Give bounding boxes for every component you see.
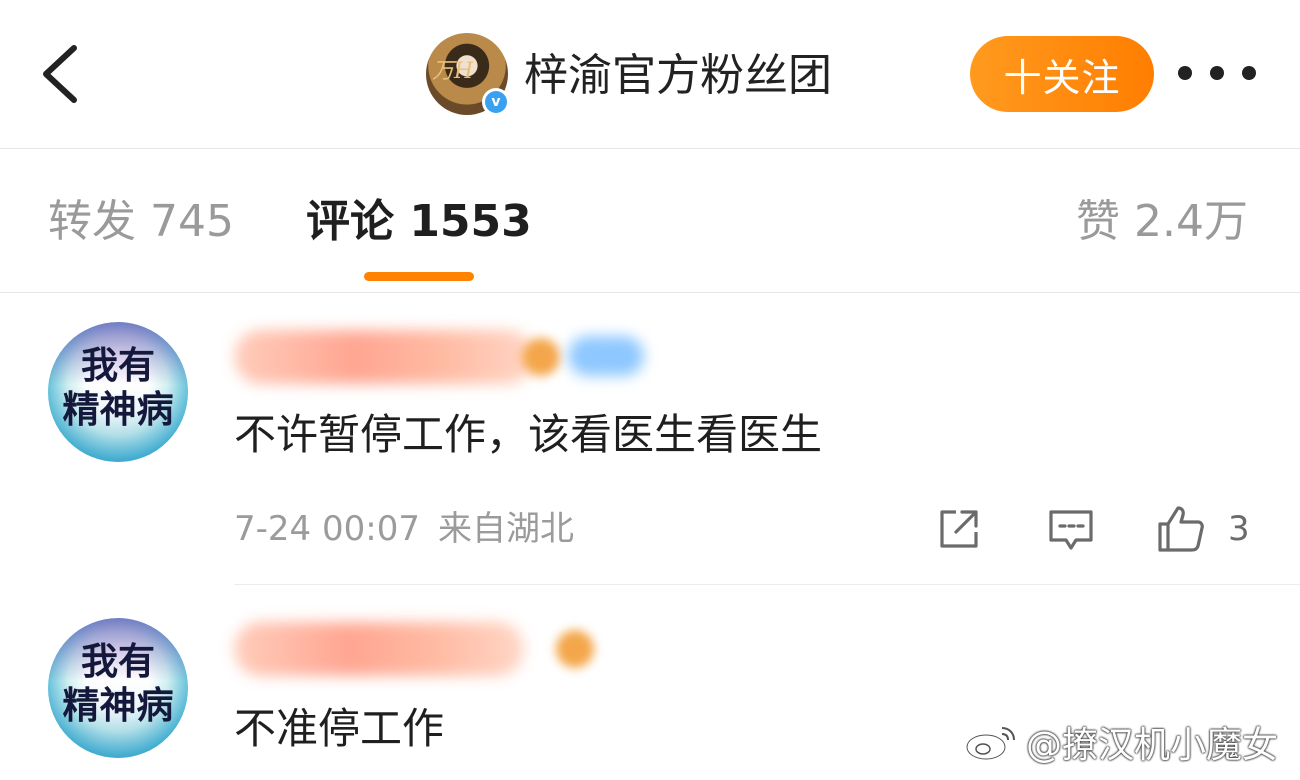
blurred-username[interactable]: [234, 330, 534, 384]
comment-meta: 7-24 00:07 来自湖北: [234, 505, 592, 553]
comment-text: 不许暂停工作，该看医生看医生: [234, 410, 823, 459]
active-tab-indicator: [364, 272, 474, 281]
blurred-username[interactable]: [234, 622, 524, 676]
commenter-avatar[interactable]: 我有 精神病: [48, 322, 188, 462]
weibo-logo-icon: [965, 727, 1015, 761]
avatar-deco-text: 万H: [432, 59, 474, 84]
avatar-text-line-2: 精神病: [62, 388, 174, 431]
like-thumb-icon[interactable]: [1156, 504, 1206, 554]
avatar-text-line-1: 我有: [81, 344, 155, 387]
blurred-badge-icon: [522, 338, 560, 376]
watermark: @撩汉机小魔女: [962, 716, 1278, 768]
header-divider: [0, 148, 1300, 149]
tab-likes[interactable]: 赞 2.4万: [1076, 190, 1248, 254]
like-count: 3: [1228, 509, 1250, 549]
comment-text: 不准停工作: [234, 704, 445, 753]
comment-divider: [234, 584, 1300, 585]
verified-badge-icon: v: [482, 88, 510, 116]
comment-location: 来自湖北: [437, 509, 574, 549]
commenter-avatar[interactable]: 我有 精神病: [48, 618, 188, 758]
share-icon[interactable]: [934, 504, 984, 554]
watermark-text: @撩汉机小魔女: [1025, 725, 1278, 766]
avatar-text-line-2: 精神病: [62, 684, 174, 727]
blurred-badge-icon: [556, 630, 594, 668]
follow-button[interactable]: 十关注: [970, 36, 1154, 112]
comment-date: 7-24 00:07: [234, 509, 420, 549]
blurred-vip-icon: [568, 336, 644, 376]
avatar-text-line-1: 我有: [81, 640, 155, 683]
more-options-icon[interactable]: [1178, 60, 1256, 86]
comment-icon[interactable]: [1046, 504, 1096, 554]
tab-comments[interactable]: 评论 1553: [306, 190, 532, 254]
tabs-divider: [0, 292, 1300, 293]
account-name[interactable]: 梓渝官方粉丝团: [524, 44, 832, 108]
top-bar: 万H v 梓渝官方粉丝团 十关注: [0, 0, 1300, 148]
back-arrow-icon[interactable]: [38, 42, 82, 106]
tab-repost[interactable]: 转发 745: [48, 190, 234, 254]
